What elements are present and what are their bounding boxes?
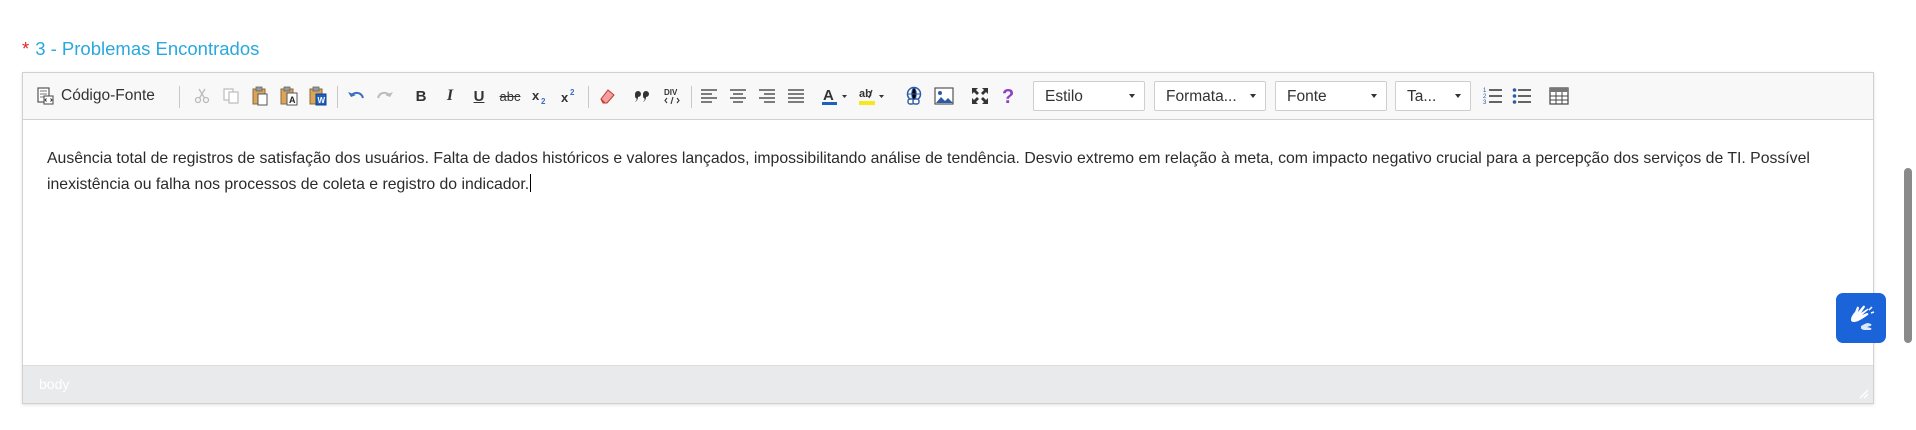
copy-button[interactable] (218, 83, 244, 109)
link-icon (906, 86, 922, 105)
svg-text:A: A (289, 95, 296, 105)
image-icon (934, 87, 954, 105)
section-title: * 3 - Problemas Encontrados (22, 38, 259, 60)
bulleted-list-button[interactable] (1509, 83, 1535, 109)
superscript-button[interactable]: x2 (557, 83, 583, 109)
font-size-combo[interactable]: Ta... (1395, 81, 1471, 111)
svg-text:x: x (561, 90, 569, 105)
editor-content-area[interactable]: Ausência total de registros de satisfaçã… (23, 121, 1873, 366)
format-combo-value: Formata... (1166, 88, 1237, 105)
strikethrough-button[interactable]: abc (497, 83, 523, 109)
justify-button[interactable] (783, 83, 809, 109)
source-code-icon (37, 87, 54, 105)
copy-icon (223, 88, 239, 104)
maximize-button[interactable] (967, 83, 993, 109)
align-left-icon (701, 89, 717, 103)
paste-text-button[interactable]: A (276, 83, 302, 109)
chevron-down-icon (1371, 94, 1377, 98)
source-code-button[interactable]: Código-Fonte (35, 83, 155, 109)
svg-text:?: ? (1002, 86, 1014, 106)
align-center-icon (730, 89, 746, 103)
paste-icon (252, 86, 268, 106)
help-button[interactable]: ? (996, 83, 1022, 109)
page-scrollbar-thumb[interactable] (1904, 168, 1912, 343)
section-title-text: 3 - Problemas Encontrados (35, 38, 260, 59)
justify-icon (788, 89, 804, 103)
undo-button[interactable] (343, 83, 369, 109)
svg-text:DIV: DIV (664, 88, 678, 97)
remove-format-button[interactable] (595, 83, 621, 109)
redo-button[interactable] (372, 83, 398, 109)
chevron-down-icon (1250, 94, 1256, 98)
toolbar-separator (337, 86, 338, 108)
align-left-button[interactable] (696, 83, 722, 109)
subscript-icon: x2 (532, 88, 546, 105)
svg-text:2: 2 (570, 88, 575, 97)
sign-language-hands-icon (1851, 305, 1875, 330)
paste-word-button[interactable]: W (305, 83, 331, 109)
redo-icon (377, 91, 393, 99)
editor-toolbar: Código-Fonte A W B I U abc x2 x 2 DIV A … (23, 73, 1873, 120)
cut-button[interactable] (189, 83, 215, 109)
rich-text-editor: Código-Fonte A W B I U abc x2 x 2 DIV A … (22, 72, 1874, 404)
format-combo[interactable]: Formata... (1154, 81, 1266, 111)
svg-text:x: x (532, 88, 540, 103)
svg-text:W: W (318, 96, 326, 105)
svg-text:A: A (823, 87, 834, 104)
paste-button[interactable] (247, 83, 273, 109)
align-center-button[interactable] (725, 83, 751, 109)
font-size-combo-value: Ta... (1407, 88, 1437, 105)
paste-word-icon: W (309, 86, 327, 106)
numbered-list-icon: 123 (1483, 88, 1502, 106)
text-color-button[interactable]: A (820, 83, 852, 109)
eraser-icon (600, 89, 615, 104)
background-color-button[interactable]: ab (857, 83, 889, 109)
maximize-icon (972, 88, 988, 104)
style-combo[interactable]: Estilo (1033, 81, 1145, 111)
image-button[interactable] (931, 83, 957, 109)
italic-button[interactable]: I (437, 83, 463, 109)
div-container-icon: DIV (664, 88, 680, 105)
subscript-button[interactable]: x2 (528, 83, 554, 109)
paste-text-icon: A (280, 86, 298, 106)
table-icon (1549, 87, 1569, 105)
toolbar-separator (179, 86, 180, 108)
blockquote-button[interactable] (629, 83, 655, 109)
style-combo-value: Estilo (1045, 88, 1083, 105)
align-right-button[interactable] (754, 83, 780, 109)
font-combo-value: Fonte (1287, 88, 1327, 105)
align-right-icon (759, 89, 775, 103)
underline-button[interactable]: U (466, 83, 492, 109)
resize-handle-icon[interactable] (1857, 387, 1869, 399)
text-color-icon: A (822, 87, 847, 105)
scissors-icon (194, 88, 210, 104)
toolbar-separator (691, 86, 692, 108)
bold-button[interactable]: B (408, 83, 434, 109)
table-button[interactable] (1546, 83, 1572, 109)
undo-icon (348, 91, 364, 99)
create-div-button[interactable]: DIV (659, 83, 685, 109)
editor-status-bar: body (23, 365, 1873, 403)
help-icon: ? (1002, 86, 1014, 106)
chevron-down-icon (1455, 94, 1461, 98)
font-combo[interactable]: Fonte (1275, 81, 1387, 111)
required-asterisk: * (22, 38, 30, 59)
chevron-down-icon (1129, 94, 1135, 98)
source-code-label: Código-Fonte (61, 87, 155, 104)
accessibility-sign-language-button[interactable] (1836, 293, 1886, 343)
editor-text: Ausência total de registros de satisfaçã… (47, 150, 1810, 193)
toolbar-separator (588, 86, 589, 108)
text-cursor (530, 174, 532, 192)
superscript-icon: x2 (561, 88, 575, 105)
svg-text:3: 3 (1483, 100, 1487, 106)
svg-text:2: 2 (541, 97, 546, 105)
bulleted-list-icon (1512, 88, 1531, 104)
element-path[interactable]: body (39, 376, 69, 392)
link-button[interactable] (901, 83, 927, 109)
quote-icon (635, 91, 649, 102)
numbered-list-button[interactable]: 123 (1480, 83, 1506, 109)
highlight-color-icon: ab (859, 88, 884, 105)
